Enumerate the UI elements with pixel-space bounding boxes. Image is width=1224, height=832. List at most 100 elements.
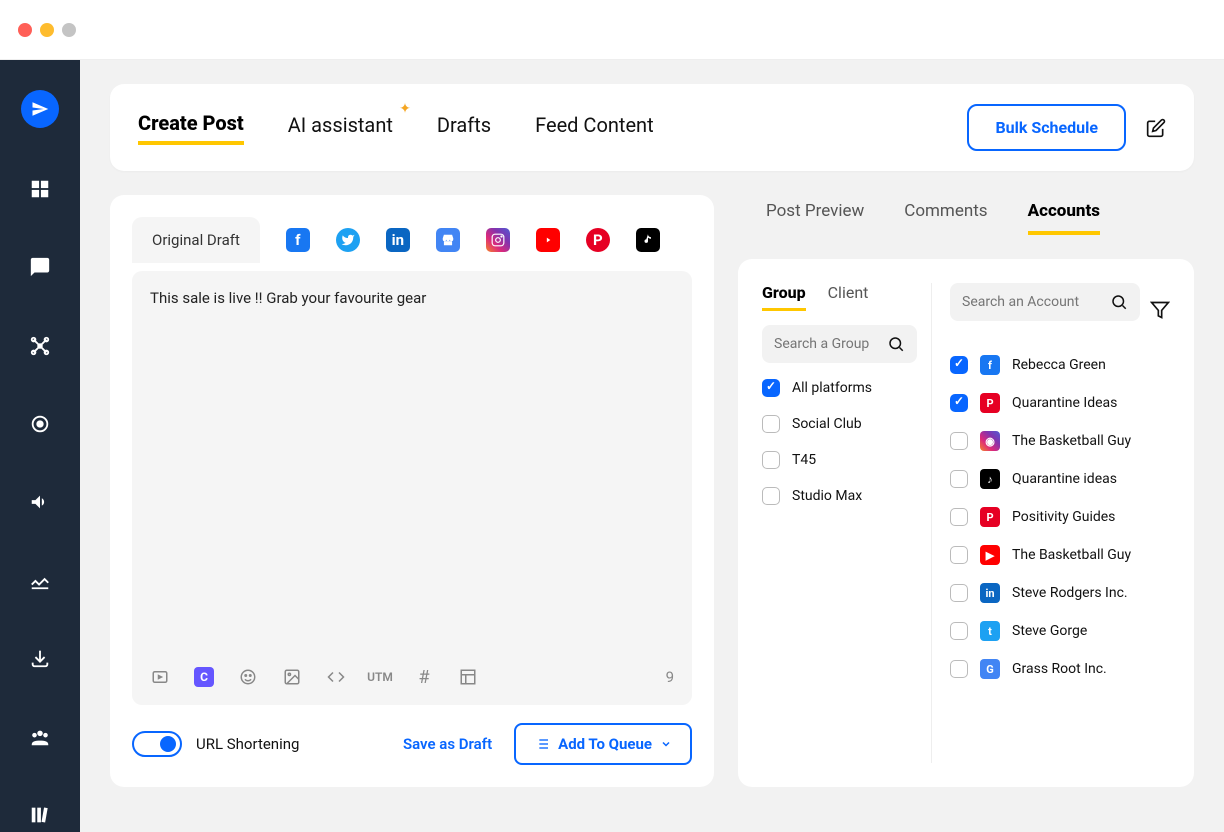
filter-icon[interactable] xyxy=(1150,300,1170,320)
tk-icon: ♪ xyxy=(980,469,1000,489)
account-item[interactable]: ◉The Basketball Guy xyxy=(950,431,1170,451)
checkbox[interactable] xyxy=(950,470,968,488)
account-label: Steve Rodgers Inc. xyxy=(1012,585,1128,601)
account-item[interactable]: ♪Quarantine ideas xyxy=(950,469,1170,489)
checkbox[interactable] xyxy=(950,394,968,412)
maximize-window-dot[interactable] xyxy=(62,23,76,37)
sidebar-library-icon[interactable] xyxy=(20,798,60,832)
tab-accounts[interactable]: Accounts xyxy=(1028,201,1100,235)
post-editor[interactable]: This sale is live !! Grab your favourite… xyxy=(132,271,692,705)
sidebar-analytics-icon[interactable] xyxy=(20,563,60,597)
ig-icon: ◉ xyxy=(980,431,1000,451)
account-item[interactable]: inSteve Rodgers Inc. xyxy=(950,583,1170,603)
post-text[interactable]: This sale is live !! Grab your favourite… xyxy=(150,289,674,655)
groups-column: Group Client All platforms Social Club T45… xyxy=(762,283,932,763)
group-item[interactable]: Studio Max xyxy=(762,487,917,505)
code-icon[interactable] xyxy=(326,667,346,687)
checkbox[interactable] xyxy=(762,487,780,505)
subtab-group[interactable]: Group xyxy=(762,283,806,311)
header-card: Create Post AI assistant ✦ Drafts Feed C… xyxy=(110,84,1194,171)
save-draft-button[interactable]: Save as Draft xyxy=(403,735,492,753)
sidebar-network-icon[interactable] xyxy=(20,328,60,362)
window-titlebar xyxy=(0,0,1224,60)
close-window-dot[interactable] xyxy=(18,23,32,37)
google-business-icon[interactable] xyxy=(436,228,460,252)
sidebar-logo[interactable] xyxy=(20,90,60,128)
utm-icon[interactable]: UTM xyxy=(370,667,390,687)
header-actions: Bulk Schedule xyxy=(967,104,1166,151)
subtab-client[interactable]: Client xyxy=(828,283,869,311)
instagram-icon[interactable] xyxy=(486,228,510,252)
canva-icon[interactable]: C xyxy=(194,667,214,687)
checkbox[interactable] xyxy=(950,584,968,602)
group-search-input[interactable] xyxy=(774,336,879,352)
nav-tabs: Create Post AI assistant ✦ Drafts Feed C… xyxy=(138,111,654,145)
checkbox[interactable] xyxy=(950,432,968,450)
account-label: Rebecca Green xyxy=(1012,357,1106,373)
tab-create-post[interactable]: Create Post xyxy=(138,111,244,145)
sidebar-megaphone-icon[interactable] xyxy=(20,485,60,519)
group-item[interactable]: T45 xyxy=(762,451,917,469)
account-search[interactable] xyxy=(950,283,1140,321)
hashtag-icon[interactable]: # xyxy=(414,667,434,687)
compose-card: Original Draft f in P This sale is live … xyxy=(110,195,714,787)
url-shortening-toggle[interactable] xyxy=(132,731,182,757)
facebook-icon[interactable]: f xyxy=(286,228,310,252)
url-shortening-label: URL Shortening xyxy=(196,735,299,753)
tiktok-icon[interactable] xyxy=(636,228,660,252)
checkbox[interactable] xyxy=(950,508,968,526)
checkbox[interactable] xyxy=(762,451,780,469)
original-draft-tab[interactable]: Original Draft xyxy=(132,217,260,263)
sidebar-dashboard-icon[interactable] xyxy=(20,172,60,206)
group-search[interactable] xyxy=(762,325,917,363)
account-list: fRebecca GreenPQuarantine Ideas◉The Bask… xyxy=(950,355,1170,679)
account-item[interactable]: GGrass Root Inc. xyxy=(950,659,1170,679)
account-item[interactable]: PQuarantine Ideas xyxy=(950,393,1170,413)
checkbox[interactable] xyxy=(762,415,780,433)
pinterest-icon[interactable]: P xyxy=(586,228,610,252)
image-icon[interactable] xyxy=(282,667,302,687)
account-item[interactable]: ▶The Basketball Guy xyxy=(950,545,1170,565)
sidebar-download-icon[interactable] xyxy=(20,641,60,675)
tab-comments[interactable]: Comments xyxy=(904,201,987,235)
media-icon[interactable] xyxy=(150,667,170,687)
tab-feed-content[interactable]: Feed Content xyxy=(535,113,654,143)
tab-ai-assistant[interactable]: AI assistant ✦ xyxy=(288,113,393,143)
checkbox[interactable] xyxy=(950,660,968,678)
tab-drafts[interactable]: Drafts xyxy=(437,113,491,143)
sidebar-comments-icon[interactable] xyxy=(20,250,60,284)
edit-icon[interactable] xyxy=(1146,118,1166,138)
account-item[interactable]: t Steve Gorge xyxy=(950,621,1170,641)
tab-post-preview[interactable]: Post Preview xyxy=(766,201,864,235)
pi-icon: P xyxy=(980,393,1000,413)
tab-ai-label: AI assistant xyxy=(288,113,393,137)
checkbox[interactable] xyxy=(950,546,968,564)
sidebar-team-icon[interactable] xyxy=(20,720,60,754)
group-item[interactable]: All platforms xyxy=(762,379,917,397)
platform-icons: f in P xyxy=(286,228,660,252)
tw-icon: t xyxy=(980,621,1000,641)
linkedin-icon[interactable]: in xyxy=(386,228,410,252)
group-label: All platforms xyxy=(792,380,872,396)
checkbox[interactable] xyxy=(950,622,968,640)
right-tabs: Post Preview Comments Accounts xyxy=(738,195,1194,241)
account-item[interactable]: fRebecca Green xyxy=(950,355,1170,375)
youtube-icon[interactable] xyxy=(536,228,560,252)
minimize-window-dot[interactable] xyxy=(40,23,54,37)
checkbox[interactable] xyxy=(762,379,780,397)
emoji-icon[interactable] xyxy=(238,667,258,687)
account-label: Steve Gorge xyxy=(1012,623,1087,639)
platform-tabs: Original Draft f in P xyxy=(132,217,692,263)
checkbox[interactable] xyxy=(950,356,968,374)
account-label: The Basketball Guy xyxy=(1012,547,1131,563)
account-label: Positivity Guides xyxy=(1012,509,1115,525)
twitter-icon[interactable] xyxy=(336,228,360,252)
sidebar xyxy=(0,60,80,832)
account-item[interactable]: PPositivity Guides xyxy=(950,507,1170,527)
add-to-queue-button[interactable]: Add To Queue xyxy=(514,723,692,765)
group-item[interactable]: Social Club xyxy=(762,415,917,433)
account-search-input[interactable] xyxy=(962,294,1102,310)
bulk-schedule-button[interactable]: Bulk Schedule xyxy=(967,104,1126,151)
template-icon[interactable] xyxy=(458,667,478,687)
sidebar-target-icon[interactable] xyxy=(20,407,60,441)
